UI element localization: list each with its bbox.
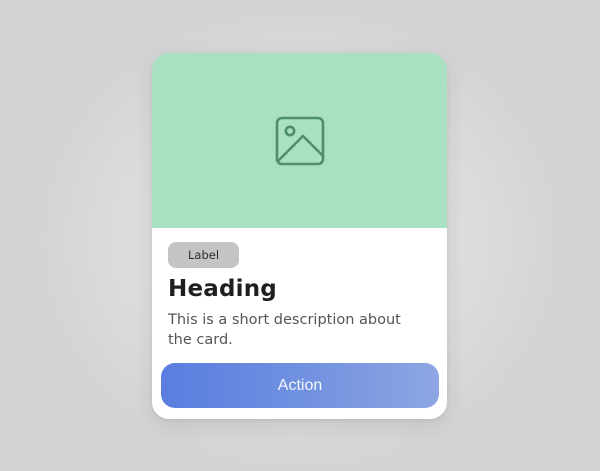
card: Label Heading This is a short descriptio…: [152, 53, 447, 419]
action-button[interactable]: Action: [161, 363, 439, 408]
card-description: This is a short description about the ca…: [168, 312, 401, 348]
card-heading: Heading: [168, 276, 277, 302]
image-placeholder-icon: [275, 116, 324, 165]
label-chip: Label: [168, 242, 239, 268]
card-media: [152, 53, 447, 228]
